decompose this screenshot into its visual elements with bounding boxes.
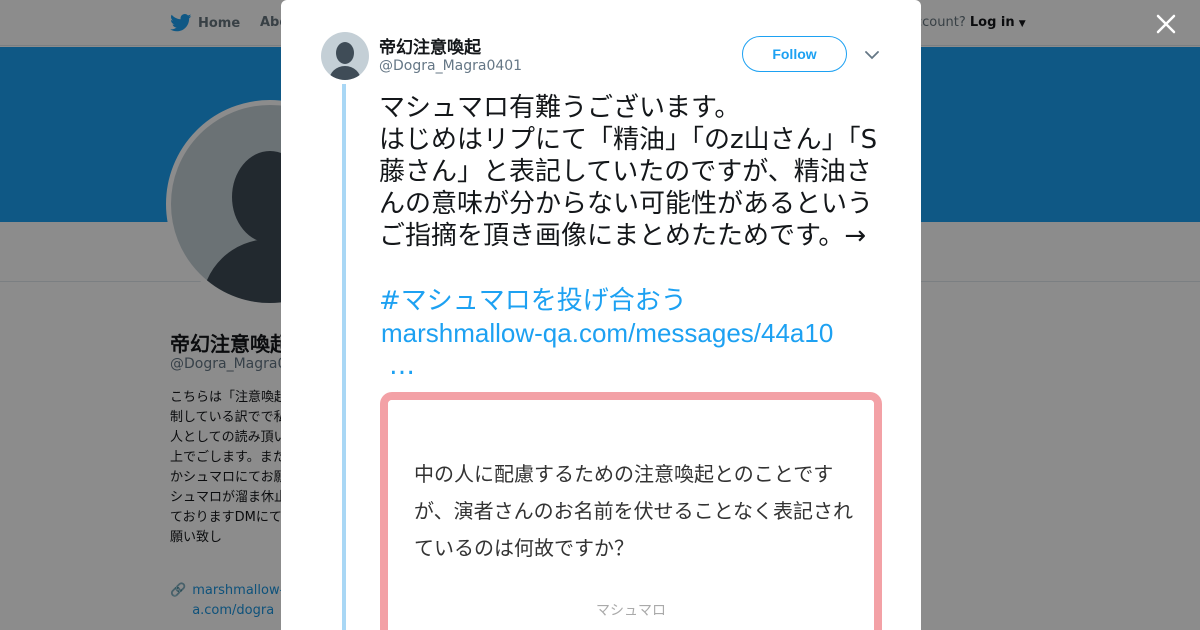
tweet-author-handle[interactable]: @Dogra_Magra0401 bbox=[379, 58, 522, 74]
tweet-author-name[interactable]: 帝幻注意喚起 bbox=[379, 33, 481, 58]
card-inner: 中の人に配慮するための注意喚起とのことですが、演者さんのお名前を伏せることなく表… bbox=[388, 400, 874, 626]
tweet-hashtag[interactable]: #マシュマロを投げ合おう bbox=[379, 285, 687, 317]
follow-button[interactable]: Follow bbox=[742, 36, 847, 72]
tweet-link[interactable]: marshmallow-qa.com/messages/44a10 bbox=[381, 317, 833, 349]
tweet-text: マシュマロ有難うございます。 はじめはリプにて「精油」「のz山さん」「S藤さん」… bbox=[379, 93, 878, 251]
close-button[interactable] bbox=[1152, 10, 1180, 38]
tweet-modal: 帝幻注意喚起 @Dogra_Magra0401 Follow マシュマロ有難うご… bbox=[281, 0, 921, 630]
tweet-author-avatar[interactable] bbox=[321, 32, 369, 80]
chevron-down-icon bbox=[865, 50, 879, 59]
tweet-link-ellipsis[interactable]: … bbox=[389, 350, 415, 382]
card-question-text: 中の人に配慮するための注意喚起とのことですが、演者さんのお名前を伏せることなく表… bbox=[414, 462, 853, 560]
thread-connector-line bbox=[342, 84, 346, 630]
default-avatar-icon bbox=[329, 42, 361, 80]
close-icon bbox=[1156, 14, 1176, 34]
marshmallow-image-card[interactable]: 中の人に配慮するための注意喚起とのことですが、演者さんのお名前を伏せることなく表… bbox=[380, 392, 882, 630]
card-brand-label: マシュマロ bbox=[596, 603, 666, 619]
tweet-options-button[interactable] bbox=[863, 46, 881, 64]
